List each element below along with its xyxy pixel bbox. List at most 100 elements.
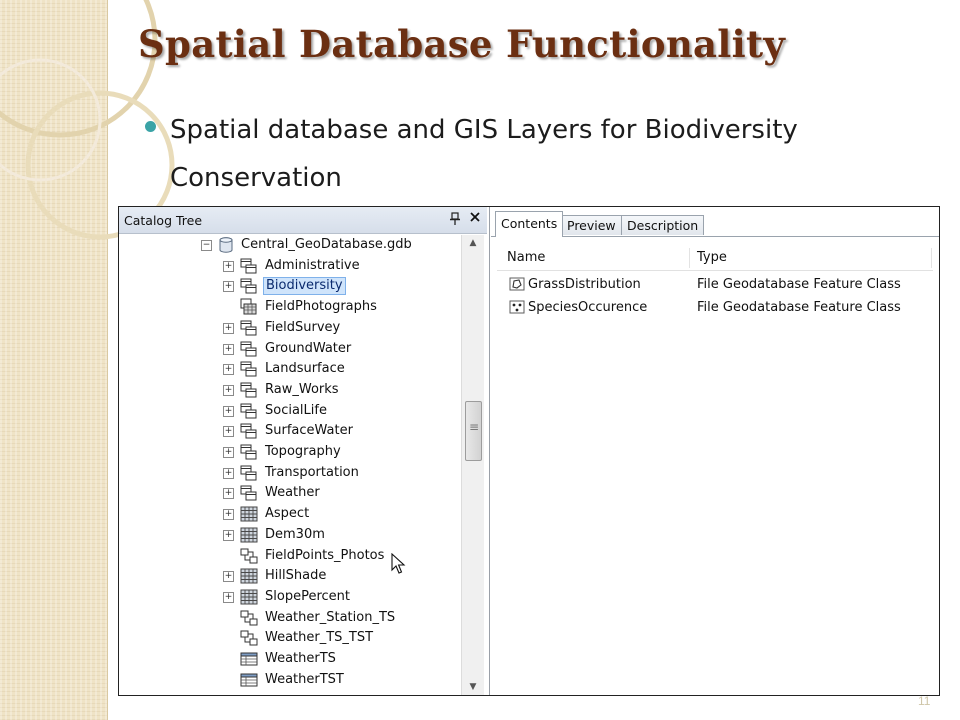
tab-contents[interactable]: Contents	[495, 211, 564, 237]
feature-dataset-icon	[240, 360, 258, 378]
relationship-class-icon	[240, 609, 258, 627]
row-type: File Geodatabase Feature Class	[697, 277, 901, 292]
tree-item-label: SocialLife	[265, 403, 327, 418]
tree-item[interactable]: + Weather	[119, 483, 459, 503]
tree-item[interactable]: FieldPoints_Photos	[119, 546, 459, 566]
feature-dataset-icon	[240, 277, 258, 295]
bullet-text: Spatial database and GIS Layers for Biod…	[170, 115, 798, 193]
tree-item-label: FieldPhotographs	[265, 299, 377, 314]
expand-icon[interactable]: +	[223, 406, 234, 417]
pin-icon[interactable]	[449, 212, 461, 226]
tree-item[interactable]: + GroundWater	[119, 339, 459, 359]
relationship-class-icon	[240, 629, 258, 647]
scroll-down-arrow-icon[interactable]: ▼	[462, 679, 484, 695]
expand-icon[interactable]: +	[223, 385, 234, 396]
tree-item-label: SlopePercent	[265, 589, 350, 604]
tab-preview[interactable]: Preview	[561, 215, 622, 235]
expand-icon[interactable]: +	[223, 592, 234, 603]
tree-item[interactable]: + FieldSurvey	[119, 318, 459, 338]
expand-icon[interactable]: +	[223, 468, 234, 479]
tree-item[interactable]: + HillShade	[119, 566, 459, 586]
feature-dataset-icon	[240, 484, 258, 502]
tree-item[interactable]: + SlopePercent	[119, 587, 459, 607]
feature-dataset-icon	[240, 402, 258, 420]
contents-panel: Contents Preview Description Name Type G…	[491, 207, 939, 695]
tree-item[interactable]: + Raw_Works	[119, 380, 459, 400]
tree-item-label: SurfaceWater	[265, 423, 353, 438]
tree-item-label: Administrative	[265, 258, 360, 273]
tree-scrollbar[interactable]: ▲ ▼	[461, 235, 484, 695]
scroll-up-arrow-icon[interactable]: ▲	[462, 235, 484, 251]
mouse-pointer-icon	[391, 553, 406, 574]
tree-item[interactable]: + Landsurface	[119, 359, 459, 379]
tree-item[interactable]: WeatherTST	[119, 670, 459, 690]
geodatabase-icon	[217, 236, 235, 254]
tree-item-label: WeatherTS	[265, 651, 336, 666]
tree-item[interactable]: + SurfaceWater	[119, 421, 459, 441]
expand-icon[interactable]: +	[223, 426, 234, 437]
raster-icon	[240, 526, 258, 544]
tree-item[interactable]: + Aspect	[119, 504, 459, 524]
expand-icon[interactable]: +	[223, 281, 234, 292]
tree-item-label: FieldPoints_Photos	[265, 548, 385, 563]
table-icon	[240, 671, 258, 689]
tree-item[interactable]: Weather_Station_TS	[119, 608, 459, 628]
tree-item-label: WeatherTST	[265, 672, 344, 687]
tree-item[interactable]: + Transportation	[119, 463, 459, 483]
column-header-name[interactable]: Name	[507, 250, 545, 265]
tab-strip: Contents Preview Description	[491, 207, 939, 237]
column-header-type[interactable]: Type	[697, 250, 727, 265]
expand-icon[interactable]: +	[223, 447, 234, 458]
tree-item[interactable]: + SocialLife	[119, 401, 459, 421]
tree-item[interactable]: + Administrative	[119, 256, 459, 276]
expand-icon[interactable]: +	[223, 488, 234, 499]
expand-icon[interactable]: +	[223, 323, 234, 334]
tree-item-label: Topography	[265, 444, 341, 459]
row-type: File Geodatabase Feature Class	[697, 300, 901, 315]
tree-item[interactable]: WeatherTS	[119, 649, 459, 669]
tab-description[interactable]: Description	[621, 215, 705, 235]
tree-item-label: FieldSurvey	[265, 320, 341, 335]
relationship-class-icon	[240, 547, 258, 565]
feature-dataset-icon	[240, 464, 258, 482]
expand-icon[interactable]: +	[223, 344, 234, 355]
tree-item[interactable]: + Topography	[119, 442, 459, 462]
tree-item[interactable]: FieldPhotographs	[119, 297, 459, 317]
scroll-thumb[interactable]	[465, 401, 482, 461]
expand-icon[interactable]: +	[223, 509, 234, 520]
tree-item-label: Transportation	[265, 465, 359, 480]
list-item[interactable]: GrassDistribution File Geodatabase Featu…	[497, 274, 933, 296]
feature-dataset-icon	[240, 319, 258, 337]
catalog-tree: − Central_GeoDatabase.gdb + Administrative +…	[119, 235, 459, 695]
tree-item-label: GroundWater	[265, 341, 352, 356]
tree-item-label: Weather	[265, 485, 320, 500]
column-separator[interactable]	[689, 248, 690, 268]
catalog-header: Catalog Tree	[119, 207, 487, 234]
expand-icon[interactable]: +	[223, 571, 234, 582]
expand-icon[interactable]: +	[223, 530, 234, 541]
row-name: GrassDistribution	[528, 277, 641, 292]
arccatalog-screenshot: Catalog Tree − Central_GeoDatabase.gdb + Ad…	[118, 206, 940, 696]
raster-icon	[240, 567, 258, 585]
catalog-title: Catalog Tree	[124, 213, 203, 228]
expand-icon[interactable]: +	[223, 261, 234, 272]
tree-item[interactable]: Weather_TS_TST	[119, 628, 459, 648]
tree-item-label: Landsurface	[265, 361, 345, 376]
tree-root-item[interactable]: − Central_GeoDatabase.gdb	[119, 235, 459, 255]
list-item[interactable]: SpeciesOccurence File Geodatabase Featur…	[497, 297, 933, 319]
expand-icon[interactable]: +	[223, 364, 234, 375]
feature-dataset-icon	[240, 340, 258, 358]
tree-item-label: Raw_Works	[265, 382, 339, 397]
collapse-icon[interactable]: −	[201, 240, 212, 251]
close-icon[interactable]	[468, 211, 482, 227]
tree-item-label: Aspect	[265, 506, 310, 521]
tree-item[interactable]: + Dem30m	[119, 525, 459, 545]
polygon-feature-class-icon	[509, 277, 525, 291]
page-number: 11	[918, 694, 931, 708]
tree-item[interactable]: + Biodiversity	[119, 276, 459, 296]
column-separator[interactable]	[931, 248, 932, 268]
tree-item-label: Dem30m	[265, 527, 325, 542]
bullet-marker	[145, 121, 156, 132]
tree-item-label: Central_GeoDatabase.gdb	[241, 237, 412, 252]
tree-item-label: Weather_TS_TST	[265, 630, 374, 645]
